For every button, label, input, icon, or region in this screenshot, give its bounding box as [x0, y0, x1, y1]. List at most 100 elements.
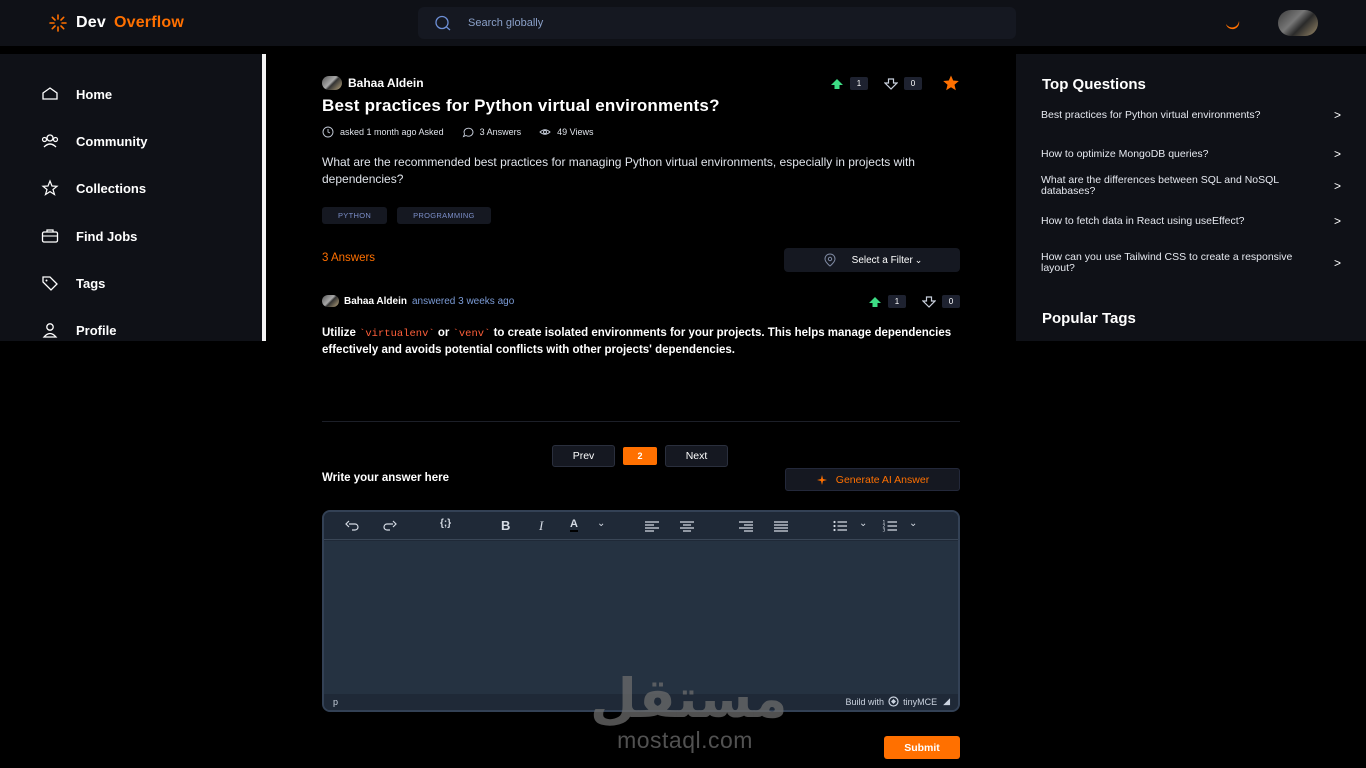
users-icon [41, 134, 59, 148]
sidebar-divider [262, 54, 266, 341]
inline-code: `virtualenv` [359, 328, 435, 340]
sidebar-item-label: Home [76, 86, 113, 102]
top-question-item[interactable]: What are the differences between SQL and… [1041, 175, 1341, 196]
prev-button[interactable]: Prev [552, 445, 615, 467]
answer-text: or [434, 327, 453, 339]
brand-part1: Dev [76, 14, 106, 31]
right-sidebar: Top Questions Best practices for Python … [1016, 54, 1366, 341]
inline-code: `venv` [452, 328, 491, 340]
asked-text: asked 1 month ago Asked [340, 127, 444, 137]
downvote-icon[interactable] [922, 295, 936, 308]
search-input[interactable] [468, 17, 968, 29]
numbered-list-icon[interactable]: 123 [882, 518, 898, 534]
answer-time: answered 3 weeks ago [411, 295, 515, 307]
downvote-icon[interactable] [884, 77, 898, 90]
editor-brand-name: tinyMCE [903, 696, 938, 707]
question-author[interactable]: Bahaa Aldein [322, 76, 424, 90]
top-questions-title: Top Questions [1042, 76, 1146, 93]
star-icon [41, 179, 59, 196]
top-question-text: How to optimize MongoDB queries? [1041, 147, 1209, 160]
next-button[interactable]: Next [665, 445, 728, 467]
question-meta: asked 1 month ago Asked 3 Answers 49 Vie… [322, 126, 593, 138]
sidebar-item-label: Find Jobs [76, 228, 138, 244]
align-center-icon[interactable] [679, 518, 695, 534]
align-right-icon[interactable] [738, 518, 754, 534]
eye-icon [539, 129, 551, 135]
top-question-item[interactable]: Best practices for Python virtual enviro… [1041, 108, 1341, 122]
sidebar-item-label: Collections [76, 180, 147, 196]
question-votes: 1 0 [830, 77, 922, 90]
build-with-text: Build with [845, 696, 885, 707]
bold-icon[interactable]: B [501, 518, 510, 533]
sidebar-item-profile[interactable]: Profile [40, 320, 116, 340]
top-question-text: Best practices for Python virtual enviro… [1041, 108, 1261, 121]
star-save-icon[interactable] [942, 75, 960, 91]
chevron-right-icon: > [1333, 255, 1341, 270]
upvote-icon[interactable] [830, 78, 844, 90]
user-avatar[interactable] [1278, 10, 1318, 36]
top-question-item[interactable]: How to optimize MongoDB queries? > [1041, 147, 1341, 161]
user-icon [42, 323, 58, 338]
sidebar-item-home[interactable]: Home [40, 84, 112, 104]
answer-text: Utilize [322, 327, 360, 339]
align-left-icon[interactable] [644, 518, 660, 534]
author-avatar [322, 295, 339, 307]
answer-author[interactable]: Bahaa Aldein answered 3 weeks ago [322, 295, 514, 307]
generate-ai-answer-button[interactable]: Generate AI Answer [785, 468, 960, 491]
top-question-text: How to fetch data in React using useEffe… [1041, 214, 1245, 227]
search-icon [435, 15, 451, 31]
sidebar-item-find-jobs[interactable]: Find Jobs [40, 226, 137, 246]
author-avatar [322, 76, 342, 90]
sidebar-item-collections[interactable]: Collections [40, 178, 146, 198]
submit-button[interactable]: Submit [884, 736, 960, 759]
sun-logo-icon [49, 14, 67, 32]
message-icon [462, 127, 474, 138]
write-answer-label: Write your answer here [322, 472, 449, 484]
editor-toolbar: {;} B I A ⌄ ⌄ 123 ⌄ [324, 512, 958, 540]
current-page: 2 [623, 447, 657, 465]
resize-handle-icon[interactable]: ◢ [943, 696, 950, 707]
chevron-down-icon[interactable]: ⌄ [859, 518, 867, 529]
home-icon [42, 87, 58, 100]
code-block-icon[interactable]: {;} [440, 518, 451, 529]
undo-icon[interactable] [344, 518, 360, 534]
answer-votes: 1 0 [868, 295, 960, 308]
upvote-icon[interactable] [868, 296, 882, 308]
sidebar-item-label: Tags [76, 275, 106, 291]
filter-label: Select a Filter [851, 254, 913, 266]
global-search[interactable] [418, 7, 1016, 39]
sidebar-item-community[interactable]: Community [40, 131, 148, 151]
chevron-right-icon: > [1333, 178, 1341, 193]
answers-text: 3 Answers [479, 127, 522, 137]
chevron-right-icon: > [1333, 214, 1341, 228]
text-color-icon[interactable]: A [570, 518, 578, 532]
chevron-down-icon[interactable]: ⌄ [909, 518, 917, 529]
align-justify-icon[interactable] [773, 518, 789, 534]
sidebar-item-tags[interactable]: Tags [40, 273, 105, 293]
watermark-latin: mostaql.com [617, 727, 753, 753]
moon-theme-icon[interactable] [1222, 13, 1242, 33]
chevron-right-icon: > [1333, 147, 1341, 161]
bullet-list-icon[interactable] [832, 518, 848, 534]
briefcase-icon [41, 229, 59, 243]
tag-badge[interactable]: PROGRAMMING [397, 207, 491, 224]
redo-icon[interactable] [382, 518, 398, 534]
italic-icon[interactable]: I [539, 518, 543, 534]
answer-author-name: Bahaa Aldein [344, 295, 407, 307]
answers-meta: 3 Answers [462, 126, 522, 138]
top-question-item[interactable]: How can you use Tailwind CSS to create a… [1041, 252, 1341, 273]
editor-branding[interactable]: Build with tinyMCE ◢ [846, 696, 950, 707]
generate-ai-label: Generate AI Answer [835, 473, 930, 486]
divider [322, 421, 960, 422]
brand-logo[interactable]: Dev Overflow [48, 13, 184, 33]
chevron-down-icon[interactable]: ⌄ [597, 518, 605, 529]
question-tags: PYTHON PROGRAMMING [322, 207, 491, 224]
brand-part2: Overflow [113, 14, 185, 31]
answer-filter-select[interactable]: Select a Filter ⌄ [784, 248, 960, 272]
svg-text:3: 3 [883, 528, 886, 534]
location-pin-icon [824, 253, 836, 267]
element-path: p [333, 697, 339, 707]
asked-meta: asked 1 month ago Asked [322, 126, 444, 138]
tag-badge[interactable]: PYTHON [322, 207, 388, 224]
top-question-item[interactable]: How to fetch data in React using useEffe… [1041, 214, 1341, 228]
